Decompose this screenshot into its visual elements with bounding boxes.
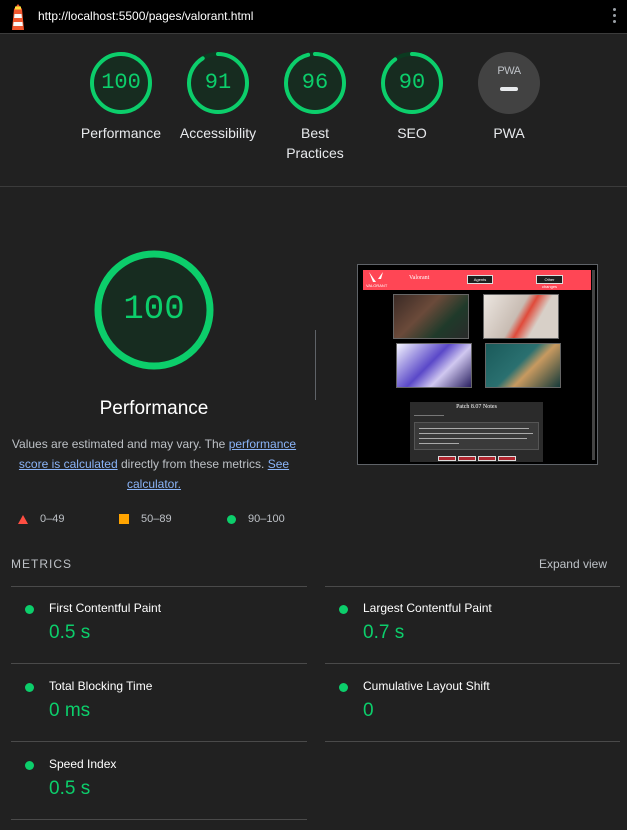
scrollbar bbox=[592, 270, 595, 460]
pass-circle-icon bbox=[25, 605, 34, 614]
divider bbox=[325, 741, 620, 742]
notes-button bbox=[438, 456, 456, 461]
agents-button: Agents bbox=[467, 275, 493, 284]
lighthouse-icon bbox=[12, 4, 24, 30]
circle-icon bbox=[227, 514, 236, 524]
metric-value: 0 bbox=[363, 700, 374, 721]
metric-name: Total Blocking Time bbox=[49, 679, 153, 693]
metric-value: 0.7 s bbox=[363, 622, 405, 643]
final-screenshot[interactable]: VALORANT Valorant Agents Other changes P… bbox=[357, 264, 598, 465]
more-vertical-icon[interactable] bbox=[611, 8, 617, 26]
logo-text: VALORANT bbox=[366, 283, 388, 288]
triangle-icon bbox=[18, 514, 28, 524]
pwa-badge: PWA bbox=[477, 51, 541, 115]
gauge-accessibility[interactable]: 91 Accessibility bbox=[168, 51, 268, 143]
score-value: 96 bbox=[301, 70, 329, 95]
pass-circle-icon bbox=[339, 605, 348, 614]
desc-text: directly from these metrics. bbox=[120, 457, 265, 471]
divider bbox=[11, 663, 307, 664]
score-ring: 96 bbox=[283, 51, 347, 115]
performance-gauge: 100 bbox=[93, 249, 215, 371]
site-header: VALORANT Valorant Agents Other changes bbox=[363, 270, 591, 290]
gauge-label: Best Practices bbox=[286, 125, 344, 161]
metric-name: Cumulative Layout Shift bbox=[363, 679, 490, 693]
patch-notes-title: Patch 8.07 Notes bbox=[456, 404, 497, 410]
metric-value: 0 ms bbox=[49, 700, 91, 721]
metric-name: Largest Contentful Paint bbox=[363, 601, 492, 615]
divider bbox=[325, 663, 620, 664]
notes-button bbox=[478, 456, 496, 461]
notes-button bbox=[458, 456, 476, 461]
legend-fail: 0–49 bbox=[18, 512, 64, 526]
desc-text: Values are estimated and may vary. The bbox=[11, 437, 226, 451]
gauge-label: SEO bbox=[397, 125, 427, 141]
divider bbox=[315, 330, 316, 400]
gauge-label: Performance bbox=[80, 125, 162, 141]
patch-notes-panel: Patch 8.07 Notes bbox=[410, 402, 543, 462]
performance-score: 100 bbox=[123, 291, 185, 329]
divider bbox=[325, 586, 620, 587]
gauge-seo[interactable]: 90 SEO bbox=[362, 51, 462, 143]
square-icon bbox=[119, 514, 129, 525]
performance-description: Values are estimated and may vary. The p… bbox=[10, 434, 298, 494]
gauge-performance[interactable]: 100 Performance bbox=[71, 51, 171, 143]
gauge-label: PWA bbox=[493, 125, 525, 141]
notes-button bbox=[498, 456, 516, 461]
metric-name: First Contentful Paint bbox=[49, 601, 162, 615]
divider bbox=[11, 586, 307, 587]
gauge-pwa[interactable]: PWA PWA bbox=[459, 51, 559, 143]
agent-card-3 bbox=[396, 343, 472, 388]
metric-name: Speed Index bbox=[49, 757, 117, 771]
metric-value: 0.5 s bbox=[49, 778, 91, 799]
pwa-dash-icon bbox=[500, 87, 518, 91]
metric-value: 0.5 s bbox=[49, 622, 91, 643]
score-value: 91 bbox=[204, 70, 232, 95]
divider bbox=[11, 819, 307, 820]
score-ring: 100 bbox=[89, 51, 153, 115]
legend-range: 0–49 bbox=[40, 513, 65, 525]
score-value: 100 bbox=[101, 70, 141, 95]
valorant-logo-icon bbox=[369, 272, 383, 282]
divider bbox=[11, 741, 307, 742]
notes-text-box bbox=[414, 422, 539, 450]
agent-card-4 bbox=[485, 343, 561, 388]
pass-circle-icon bbox=[339, 683, 348, 692]
pass-circle-icon bbox=[25, 683, 34, 692]
legend-average: 50–89 bbox=[119, 512, 172, 526]
gauge-best-practices[interactable]: 96 Best Practices bbox=[265, 51, 365, 163]
report-topbar: http://localhost:5500/pages/valorant.htm… bbox=[0, 0, 627, 34]
pass-circle-icon bbox=[25, 761, 34, 770]
pwa-icon: PWA bbox=[497, 65, 521, 77]
site-title: Valorant bbox=[409, 275, 430, 281]
other-changes-button: Other changes bbox=[536, 275, 563, 289]
agent-card-1 bbox=[393, 294, 469, 339]
expand-view-button[interactable]: Expand view bbox=[539, 557, 607, 571]
category-summary: 100 Performance 91 Accessibility 96 Best… bbox=[0, 34, 627, 187]
performance-title: Performance bbox=[99, 398, 209, 419]
legend-range: 50–89 bbox=[141, 513, 172, 525]
agent-card-2 bbox=[483, 294, 559, 339]
gauge-label: Accessibility bbox=[179, 125, 257, 141]
notes-heading-line bbox=[414, 415, 444, 416]
legend-range: 90–100 bbox=[248, 513, 285, 525]
score-ring: 90 bbox=[380, 51, 444, 115]
legend-pass: 90–100 bbox=[227, 512, 285, 526]
score-value: 90 bbox=[398, 70, 426, 95]
page-url[interactable]: http://localhost:5500/pages/valorant.htm… bbox=[38, 9, 253, 23]
metrics-heading: METRICS bbox=[11, 557, 72, 571]
score-ring: 91 bbox=[186, 51, 250, 115]
